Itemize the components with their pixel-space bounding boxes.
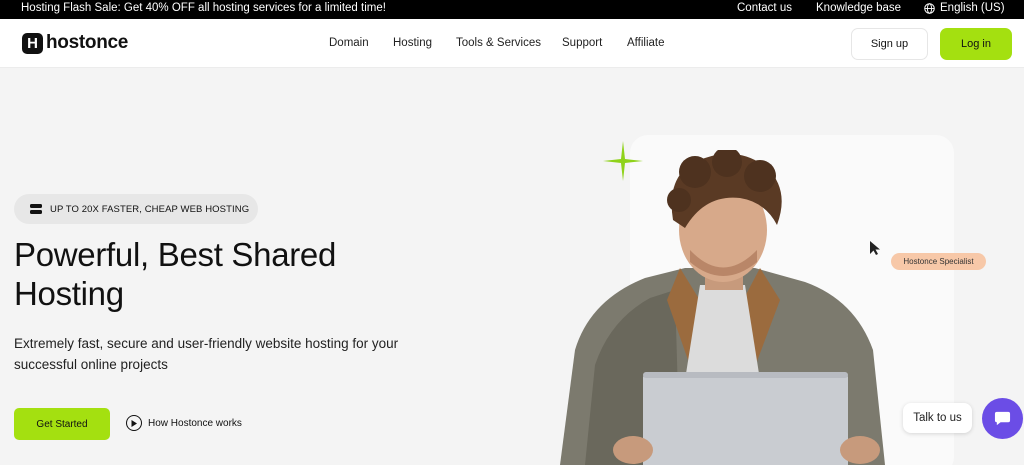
- play-icon: [126, 415, 142, 431]
- contact-link[interactable]: Contact us: [737, 2, 792, 14]
- hero-title-line1: Powerful, Best Shared: [14, 236, 337, 273]
- logo[interactable]: H hostonce: [22, 32, 128, 54]
- nav-item-affiliate[interactable]: Affiliate: [627, 37, 665, 49]
- main-navbar: H hostonce Domain Hosting Tools & Servic…: [0, 19, 1024, 68]
- language-selector[interactable]: English (US): [924, 2, 1005, 14]
- nav-item-tools-services[interactable]: Tools & Services: [456, 37, 541, 49]
- hero-person-image: [560, 150, 885, 465]
- knowledge-base-link[interactable]: Knowledge base: [816, 2, 901, 14]
- how-it-works-link[interactable]: How Hostonce works: [126, 415, 242, 431]
- cursor-pointer-icon: [870, 241, 880, 255]
- nav-item-hosting[interactable]: Hosting: [393, 37, 432, 49]
- globe-icon: [924, 2, 935, 14]
- nav-item-support[interactable]: Support: [562, 37, 602, 49]
- hero-badge-text: UP TO 20X FASTER, CHEAP WEB HOSTING: [50, 203, 250, 215]
- server-icon: [30, 204, 42, 214]
- promo-text: Hosting Flash Sale: Get 40% OFF all host…: [21, 2, 386, 14]
- how-it-works-label: How Hostonce works: [148, 417, 242, 429]
- hero-badge: UP TO 20X FASTER, CHEAP WEB HOSTING: [14, 194, 258, 224]
- logo-mark-icon: H: [22, 32, 43, 54]
- specialist-tag: Hostonce Specialist: [891, 253, 986, 270]
- talk-to-us-bubble[interactable]: Talk to us: [903, 403, 972, 433]
- top-promo-bar: Hosting Flash Sale: Get 40% OFF all host…: [0, 0, 1024, 19]
- chat-icon: [994, 411, 1011, 426]
- get-started-button[interactable]: Get Started: [14, 408, 110, 440]
- sign-up-button[interactable]: Sign up: [851, 28, 928, 60]
- hero-title: Powerful, Best Shared Hosting: [14, 235, 434, 313]
- nav-item-domain[interactable]: Domain: [329, 37, 369, 49]
- hero-title-line2: Hosting: [14, 275, 124, 312]
- hero-subtitle: Extremely fast, secure and user-friendly…: [14, 336, 399, 372]
- language-label: English (US): [940, 2, 1005, 14]
- logo-text: hostonce: [46, 32, 129, 53]
- log-in-button[interactable]: Log in: [940, 28, 1012, 60]
- chat-launcher-button[interactable]: [982, 398, 1023, 439]
